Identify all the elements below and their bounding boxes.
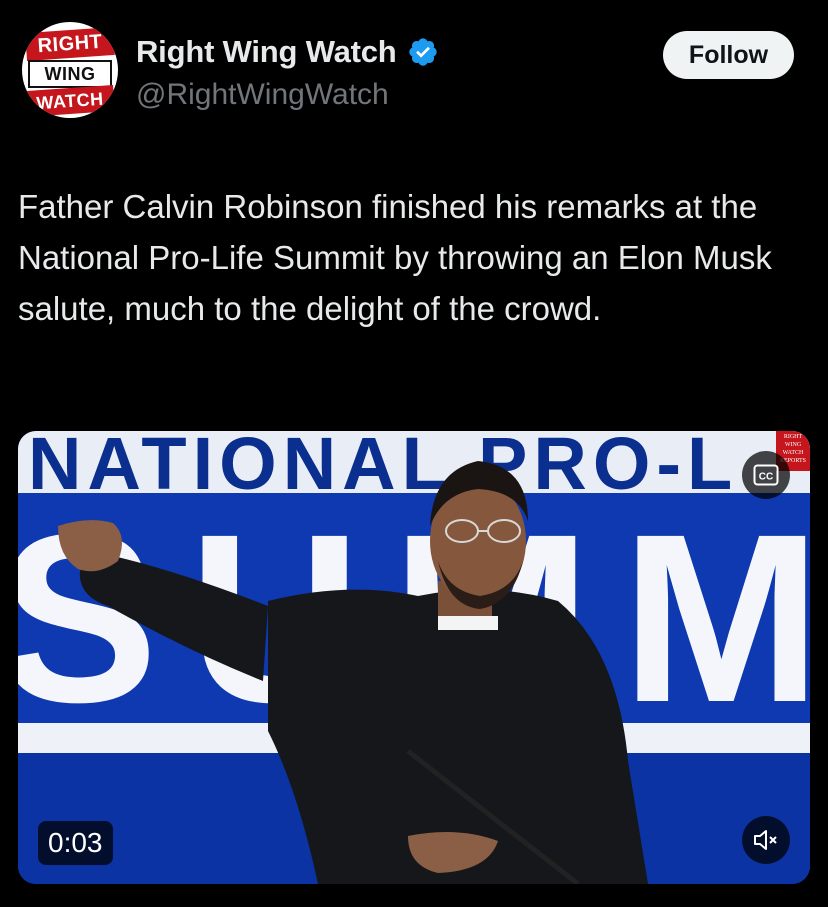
follow-button[interactable]: Follow	[663, 31, 794, 79]
volume-muted-icon	[754, 830, 777, 850]
mute-toggle-button[interactable]	[742, 816, 790, 864]
avatar-logo-wing: WING	[28, 60, 112, 88]
avatar-logo-right: RIGHT	[25, 26, 115, 62]
avatar-logo-watch: WATCH	[25, 84, 115, 118]
video-player[interactable]: NATIONAL PRO-L SUMM	[18, 431, 810, 884]
avatar[interactable]: RIGHT WING WATCH	[22, 22, 118, 118]
tweet-text: Father Calvin Robinson finished his rema…	[18, 188, 772, 327]
account-handle[interactable]: @RightWingWatch	[136, 78, 389, 112]
closed-captions-icon: CC	[753, 464, 779, 486]
display-name[interactable]: Right Wing Watch	[136, 34, 397, 70]
video-timestamp: 0:03	[38, 821, 113, 865]
tweet-page: RIGHT WING WATCH Right Wing Watch @Right…	[0, 0, 828, 907]
display-name-row: Right Wing Watch	[136, 34, 439, 70]
closed-captions-button[interactable]: CC	[742, 451, 790, 499]
verified-badge-icon	[408, 38, 437, 66]
svg-text:CC: CC	[759, 472, 773, 483]
video-frame: NATIONAL PRO-L SUMM	[18, 431, 810, 884]
